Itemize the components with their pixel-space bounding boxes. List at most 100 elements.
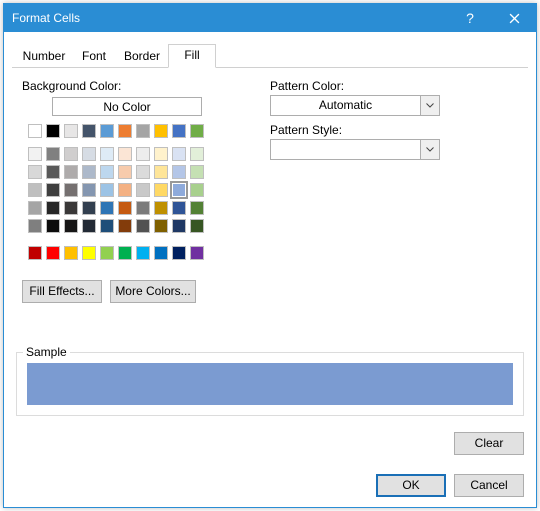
color-swatch[interactable] bbox=[82, 165, 96, 179]
color-swatch[interactable] bbox=[28, 183, 42, 197]
color-swatch[interactable] bbox=[172, 201, 186, 215]
color-swatch[interactable] bbox=[28, 201, 42, 215]
titlebar: Format Cells ? bbox=[4, 4, 536, 32]
color-swatch[interactable] bbox=[28, 147, 42, 161]
color-swatch[interactable] bbox=[172, 165, 186, 179]
color-swatch[interactable] bbox=[82, 201, 96, 215]
color-swatch[interactable] bbox=[64, 124, 78, 138]
color-swatch[interactable] bbox=[136, 124, 150, 138]
sample-group: Sample bbox=[16, 352, 524, 416]
color-swatch[interactable] bbox=[190, 147, 204, 161]
color-swatch[interactable] bbox=[172, 147, 186, 161]
color-swatch[interactable] bbox=[82, 246, 96, 260]
color-swatch[interactable] bbox=[154, 165, 168, 179]
cancel-button[interactable]: Cancel bbox=[454, 474, 524, 497]
color-swatch[interactable] bbox=[46, 219, 60, 233]
pattern-color-combo[interactable]: Automatic bbox=[270, 95, 440, 116]
color-swatch[interactable] bbox=[82, 183, 96, 197]
cancel-label: Cancel bbox=[470, 478, 507, 492]
color-swatch[interactable] bbox=[118, 246, 132, 260]
color-swatch[interactable] bbox=[172, 183, 186, 197]
color-swatch[interactable] bbox=[154, 183, 168, 197]
color-swatch[interactable] bbox=[64, 246, 78, 260]
color-swatch[interactable] bbox=[118, 165, 132, 179]
color-swatch[interactable] bbox=[190, 183, 204, 197]
tab-font[interactable]: Font bbox=[72, 46, 116, 68]
close-button[interactable] bbox=[492, 4, 536, 32]
color-swatch[interactable] bbox=[118, 201, 132, 215]
dialog-body: Number Font Border Fill Background Color… bbox=[4, 32, 536, 507]
clear-button[interactable]: Clear bbox=[454, 432, 524, 455]
color-swatch[interactable] bbox=[64, 219, 78, 233]
color-swatch[interactable] bbox=[154, 147, 168, 161]
color-swatch[interactable] bbox=[190, 165, 204, 179]
tab-fill[interactable]: Fill bbox=[168, 44, 216, 68]
color-swatch[interactable] bbox=[190, 219, 204, 233]
ok-button[interactable]: OK bbox=[376, 474, 446, 497]
tab-border[interactable]: Border bbox=[116, 46, 168, 68]
palette-tint-grid bbox=[26, 145, 206, 235]
color-swatch[interactable] bbox=[136, 201, 150, 215]
color-swatch[interactable] bbox=[118, 147, 132, 161]
color-swatch[interactable] bbox=[100, 183, 114, 197]
sample-preview bbox=[27, 363, 513, 405]
color-swatch[interactable] bbox=[154, 201, 168, 215]
color-swatch[interactable] bbox=[46, 165, 60, 179]
no-color-button[interactable]: No Color bbox=[52, 97, 202, 116]
tab-strip: Number Font Border Fill bbox=[12, 40, 528, 68]
color-swatch[interactable] bbox=[28, 124, 42, 138]
color-swatch[interactable] bbox=[100, 147, 114, 161]
color-swatch[interactable] bbox=[46, 246, 60, 260]
color-swatch[interactable] bbox=[172, 246, 186, 260]
color-swatch[interactable] bbox=[100, 165, 114, 179]
color-swatch[interactable] bbox=[136, 147, 150, 161]
color-swatch[interactable] bbox=[28, 165, 42, 179]
pattern-style-combo[interactable] bbox=[270, 139, 440, 160]
pattern-style-value bbox=[271, 140, 420, 159]
color-swatch[interactable] bbox=[64, 165, 78, 179]
pattern-color-label: Pattern Color: bbox=[270, 79, 344, 93]
color-swatch[interactable] bbox=[118, 124, 132, 138]
color-swatch[interactable] bbox=[136, 183, 150, 197]
color-swatch[interactable] bbox=[100, 246, 114, 260]
fill-effects-button[interactable]: Fill Effects... bbox=[22, 280, 102, 303]
color-swatch[interactable] bbox=[82, 219, 96, 233]
clear-label: Clear bbox=[475, 436, 504, 450]
color-swatch[interactable] bbox=[154, 219, 168, 233]
color-swatch[interactable] bbox=[154, 124, 168, 138]
color-swatch[interactable] bbox=[82, 124, 96, 138]
color-swatch[interactable] bbox=[118, 183, 132, 197]
ok-label: OK bbox=[402, 478, 419, 492]
color-swatch[interactable] bbox=[118, 219, 132, 233]
color-swatch[interactable] bbox=[172, 219, 186, 233]
color-swatch[interactable] bbox=[46, 124, 60, 138]
help-button[interactable]: ? bbox=[448, 4, 492, 32]
color-swatch[interactable] bbox=[100, 201, 114, 215]
color-swatch[interactable] bbox=[64, 147, 78, 161]
color-swatch[interactable] bbox=[100, 124, 114, 138]
chevron-down-icon bbox=[420, 140, 439, 159]
color-swatch[interactable] bbox=[46, 147, 60, 161]
color-swatch[interactable] bbox=[154, 246, 168, 260]
background-color-label: Background Color: bbox=[22, 79, 121, 93]
chevron-down-icon bbox=[420, 96, 439, 115]
tab-number[interactable]: Number bbox=[16, 46, 72, 68]
color-swatch[interactable] bbox=[46, 201, 60, 215]
color-swatch[interactable] bbox=[64, 201, 78, 215]
color-swatch[interactable] bbox=[28, 219, 42, 233]
color-swatch[interactable] bbox=[136, 219, 150, 233]
color-swatch[interactable] bbox=[100, 219, 114, 233]
color-swatch[interactable] bbox=[190, 124, 204, 138]
color-swatch[interactable] bbox=[136, 246, 150, 260]
color-swatch[interactable] bbox=[172, 124, 186, 138]
color-swatch[interactable] bbox=[190, 246, 204, 260]
color-swatch[interactable] bbox=[136, 165, 150, 179]
more-colors-button[interactable]: More Colors... bbox=[110, 280, 196, 303]
color-swatch[interactable] bbox=[190, 201, 204, 215]
color-swatch[interactable] bbox=[46, 183, 60, 197]
dialog-window: Format Cells ? Number Font Border Fill B… bbox=[3, 3, 537, 508]
sample-label: Sample bbox=[23, 345, 70, 359]
color-swatch[interactable] bbox=[28, 246, 42, 260]
color-swatch[interactable] bbox=[64, 183, 78, 197]
color-swatch[interactable] bbox=[82, 147, 96, 161]
